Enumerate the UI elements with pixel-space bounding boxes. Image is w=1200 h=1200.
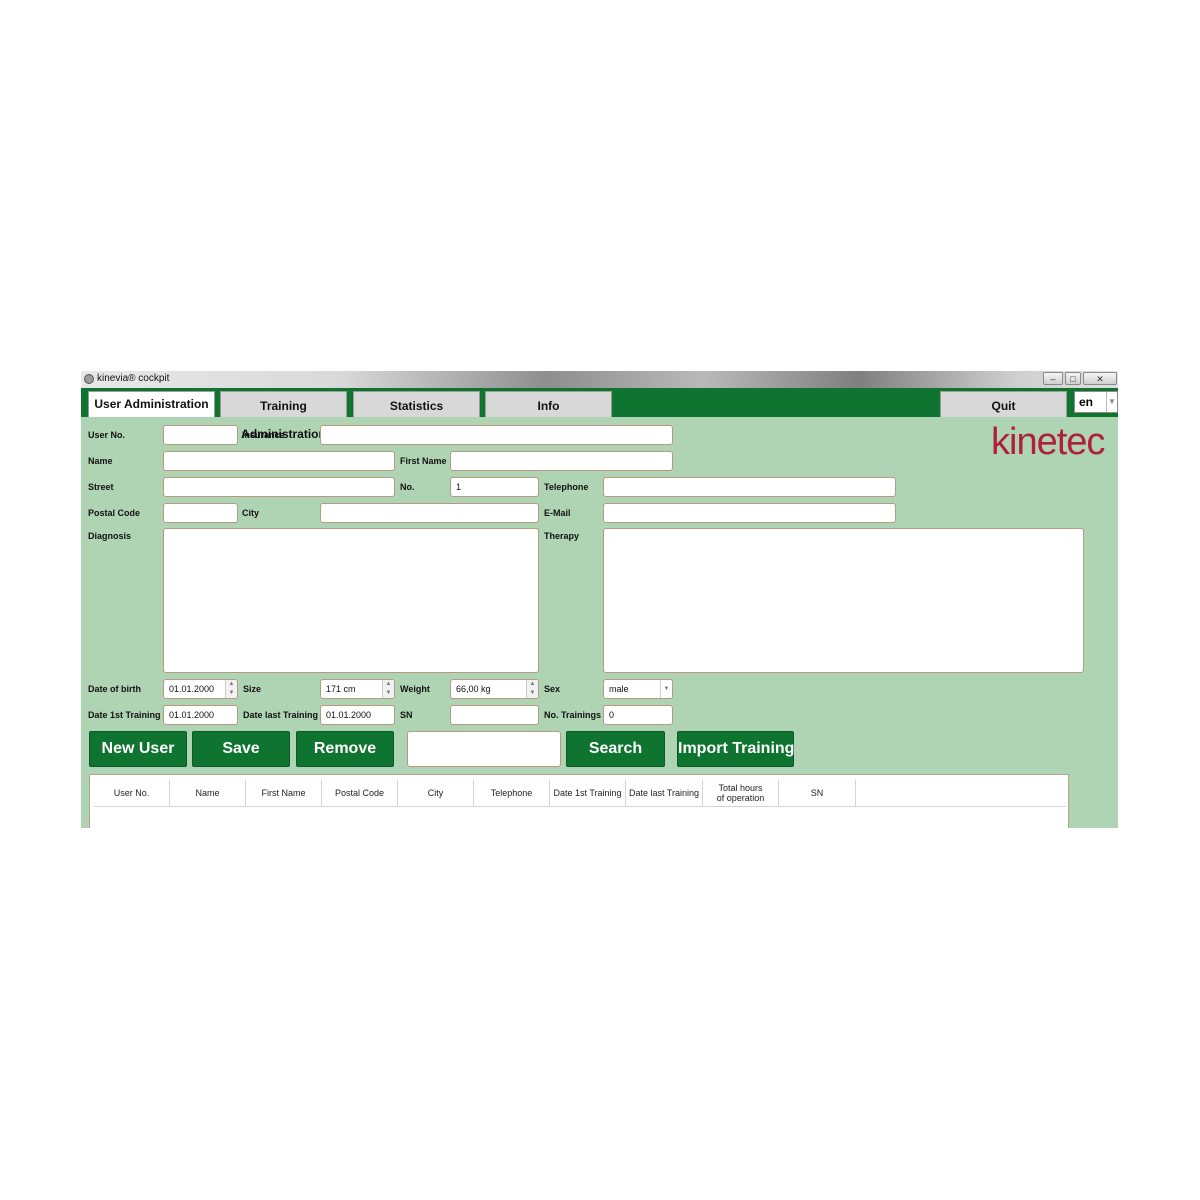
no-label: No. xyxy=(400,482,415,492)
postal-code-field[interactable] xyxy=(163,503,238,523)
maximize-button[interactable]: □ xyxy=(1065,372,1081,385)
app-window: kinevia® cockpit – □ ✕ User Administrati… xyxy=(81,371,1118,828)
language-value: en xyxy=(1079,395,1094,409)
search-button[interactable]: Search xyxy=(566,731,665,767)
weight-spinbox[interactable]: 66,00 kg ▲ ▼ xyxy=(450,679,539,699)
column-header-city[interactable]: City xyxy=(398,780,474,807)
column-header-name[interactable]: Name xyxy=(170,780,246,807)
email-label: E-Mail xyxy=(544,508,571,518)
weight-value: 66,00 kg xyxy=(456,684,491,694)
date-last-training-field[interactable]: 01.01.2000 xyxy=(320,705,395,725)
sex-value: male xyxy=(609,684,629,694)
users-table: User No. Name First Name Postal Code Cit… xyxy=(89,774,1069,828)
column-header-date-first-training[interactable]: Date 1st Training xyxy=(550,780,626,807)
date-first-training-label: Date 1st Training xyxy=(88,710,161,720)
first-name-label: First Name xyxy=(400,456,447,466)
city-label: City xyxy=(242,508,260,518)
weight-label: Weight xyxy=(400,684,430,694)
sex-select[interactable]: male ▼ xyxy=(603,679,673,699)
quit-button[interactable]: Quit xyxy=(940,391,1067,417)
user-no-field[interactable] xyxy=(163,425,238,445)
insurance-label: Insurance xyxy=(242,430,285,440)
title-bar: kinevia® cockpit – □ ✕ xyxy=(81,371,1118,388)
kinetec-logo: kinetec xyxy=(991,421,1105,463)
column-header-date-last-training[interactable]: Date last Training xyxy=(626,780,703,807)
therapy-textarea[interactable] xyxy=(603,528,1084,673)
close-button[interactable]: ✕ xyxy=(1083,372,1117,385)
sn-label: SN xyxy=(400,710,413,720)
column-header-filler xyxy=(856,780,1066,807)
column-header-postal-code[interactable]: Postal Code xyxy=(322,780,398,807)
telephone-label: Telephone xyxy=(544,482,589,492)
spin-arrows-icon[interactable]: ▲ ▼ xyxy=(382,680,394,698)
tab-statistics[interactable]: Statistics xyxy=(353,391,480,417)
street-field[interactable] xyxy=(163,477,395,497)
name-label: Name xyxy=(88,456,113,466)
no-trainings-field[interactable]: 0 xyxy=(603,705,673,725)
first-name-field[interactable] xyxy=(450,451,673,471)
tab-info[interactable]: Info xyxy=(485,391,612,417)
spin-arrows-icon[interactable]: ▲ ▼ xyxy=(225,680,237,698)
column-header-telephone[interactable]: Telephone xyxy=(474,780,550,807)
size-spinbox[interactable]: 171 cm ▲ ▼ xyxy=(320,679,395,699)
diagnosis-textarea[interactable] xyxy=(163,528,539,673)
import-training-button[interactable]: Import Training xyxy=(677,731,794,767)
column-header-sn[interactable]: SN xyxy=(779,780,856,807)
email-field[interactable] xyxy=(603,503,896,523)
date-of-birth-label: Date of birth xyxy=(88,684,141,694)
size-value: 171 cm xyxy=(326,684,356,694)
street-label: Street xyxy=(88,482,114,492)
chevron-down-icon: ▼ xyxy=(660,680,672,698)
spin-arrows-icon[interactable]: ▲ ▼ xyxy=(526,680,538,698)
diagnosis-label: Diagnosis xyxy=(88,531,132,541)
city-field[interactable] xyxy=(320,503,539,523)
date-of-birth-value: 01.01.2000 xyxy=(169,684,215,694)
postal-code-label: Postal Code xyxy=(88,508,141,518)
telephone-field[interactable] xyxy=(603,477,896,497)
name-field[interactable] xyxy=(163,451,395,471)
column-header-first-name[interactable]: First Name xyxy=(246,780,322,807)
insurance-field[interactable] xyxy=(320,425,673,445)
user-no-label: User No. xyxy=(88,430,126,440)
date-last-training-label: Date last Training xyxy=(243,710,319,720)
remove-button[interactable]: Remove xyxy=(296,731,394,767)
size-label: Size xyxy=(243,684,262,694)
minimize-button[interactable]: – xyxy=(1043,372,1063,385)
tab-user-administration[interactable]: User Administration xyxy=(88,391,215,417)
search-input[interactable] xyxy=(407,731,561,767)
language-select[interactable]: en ▼ xyxy=(1074,391,1118,413)
save-button[interactable]: Save xyxy=(192,731,290,767)
no-field[interactable]: 1 xyxy=(450,477,539,497)
date-of-birth-spinbox[interactable]: 01.01.2000 ▲ ▼ xyxy=(163,679,238,699)
sn-field[interactable] xyxy=(450,705,539,725)
no-trainings-label: No. Trainings xyxy=(544,710,602,720)
tab-bar: User Administration Training Administrat… xyxy=(81,388,1118,441)
date-first-training-field[interactable]: 01.01.2000 xyxy=(163,705,238,725)
therapy-label: Therapy xyxy=(544,531,580,541)
chevron-down-icon: ▼ xyxy=(1106,392,1117,412)
tab-training-administration[interactable]: Training Administration xyxy=(220,391,347,441)
app-icon xyxy=(84,374,94,384)
window-title: kinevia® cockpit xyxy=(97,373,170,384)
column-header-user-no[interactable]: User No. xyxy=(94,780,170,807)
column-header-total-hours[interactable]: Total hours of operation xyxy=(703,780,779,807)
sex-label: Sex xyxy=(544,684,561,694)
new-user-button[interactable]: New User xyxy=(89,731,187,767)
